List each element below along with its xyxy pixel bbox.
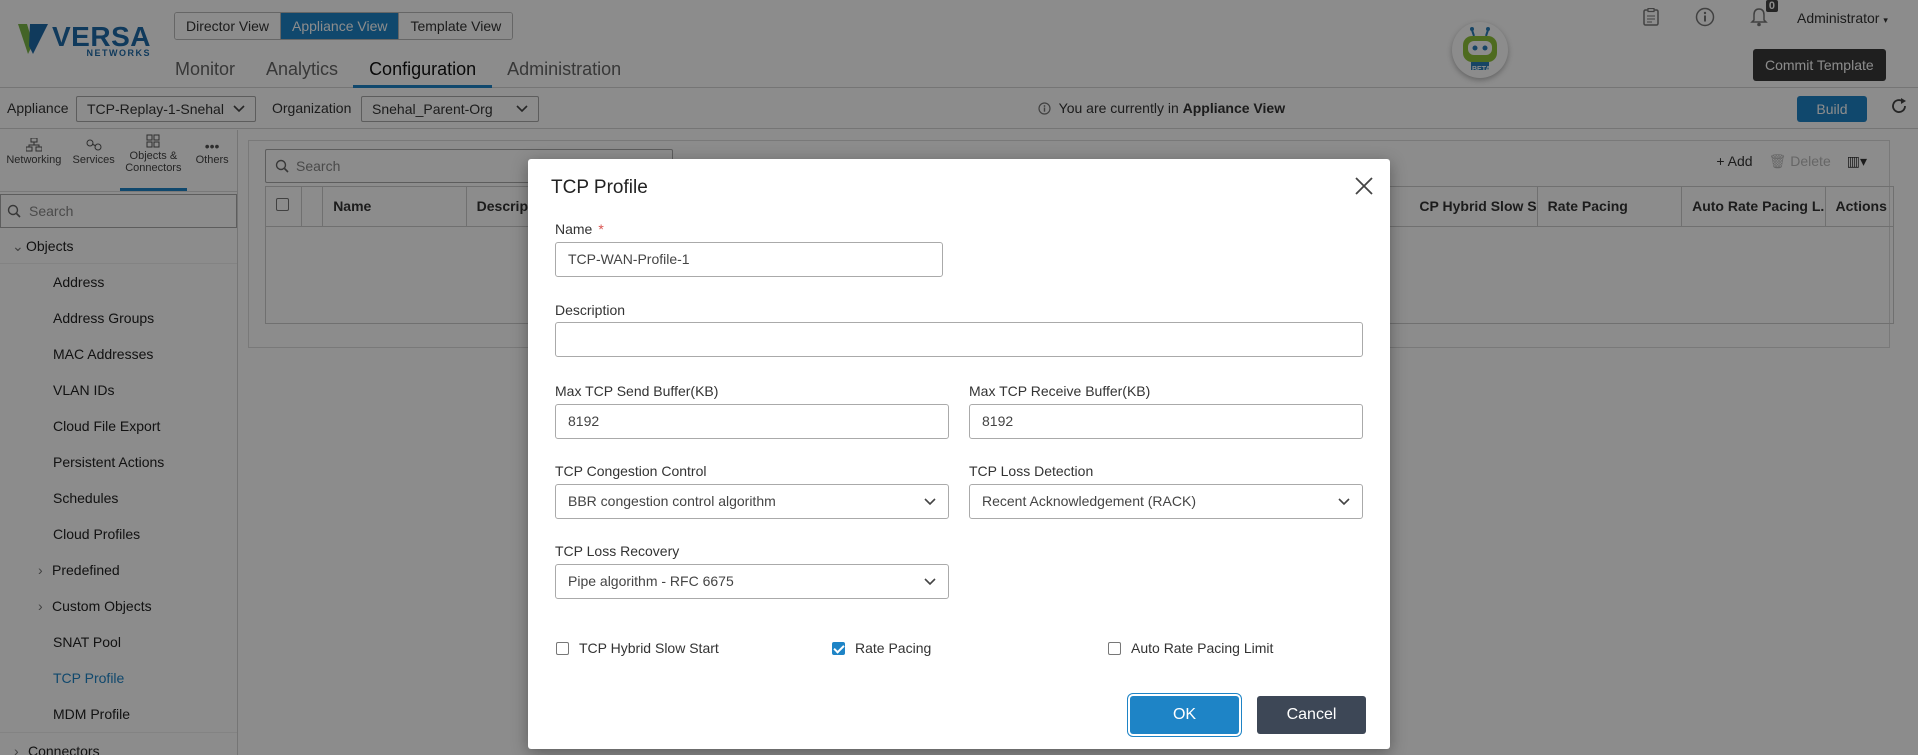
checkbox-box[interactable] <box>832 641 845 655</box>
congestion-control-select[interactable]: BBR congestion control algorithm <box>555 484 949 519</box>
hybrid-slow-start-checkbox[interactable]: TCP Hybrid Slow Start <box>556 640 719 656</box>
hybrid-slow-start-label: TCP Hybrid Slow Start <box>579 640 719 656</box>
loss-detection-label: TCP Loss Detection <box>969 463 1094 479</box>
congestion-control-label: TCP Congestion Control <box>555 463 707 479</box>
send-buffer-label: Max TCP Send Buffer(KB) <box>555 383 719 399</box>
dialog-title: TCP Profile <box>551 177 648 198</box>
loss-recovery-value: Pipe algorithm - RFC 6675 <box>568 573 734 589</box>
chevron-down-icon <box>1338 497 1350 505</box>
name-input[interactable]: TCP-WAN-Profile-1 <box>555 242 943 277</box>
loss-detection-value: Recent Acknowledgement (RACK) <box>982 493 1196 509</box>
receive-buffer-input[interactable]: 8192 <box>969 404 1363 439</box>
ok-button[interactable]: OK <box>1130 696 1239 734</box>
chevron-down-icon <box>924 577 936 585</box>
receive-buffer-label: Max TCP Receive Buffer(KB) <box>969 383 1151 399</box>
close-icon[interactable] <box>1354 173 1374 201</box>
description-label: Description <box>555 302 626 318</box>
loss-recovery-select[interactable]: Pipe algorithm - RFC 6675 <box>555 564 949 599</box>
cancel-button[interactable]: Cancel <box>1257 696 1366 734</box>
send-buffer-input[interactable]: 8192 <box>555 404 949 439</box>
rate-pacing-label: Rate Pacing <box>855 640 932 656</box>
checkbox-box[interactable] <box>556 641 569 655</box>
auto-rate-pacing-checkbox[interactable]: Auto Rate Pacing Limit <box>1108 640 1273 656</box>
tcp-profile-dialog: TCP Profile Name * TCP-WAN-Profile-1 Desc… <box>528 159 1390 749</box>
rate-pacing-checkbox[interactable]: Rate Pacing <box>832 640 931 656</box>
loss-detection-select[interactable]: Recent Acknowledgement (RACK) <box>969 484 1363 519</box>
congestion-control-value: BBR congestion control algorithm <box>568 493 776 509</box>
description-input[interactable] <box>555 322 1363 357</box>
auto-rate-pacing-label: Auto Rate Pacing Limit <box>1131 640 1274 656</box>
name-label: Name * <box>555 221 604 237</box>
loss-recovery-label: TCP Loss Recovery <box>555 543 680 559</box>
checkbox-box[interactable] <box>1108 641 1121 655</box>
chevron-down-icon <box>924 497 936 505</box>
